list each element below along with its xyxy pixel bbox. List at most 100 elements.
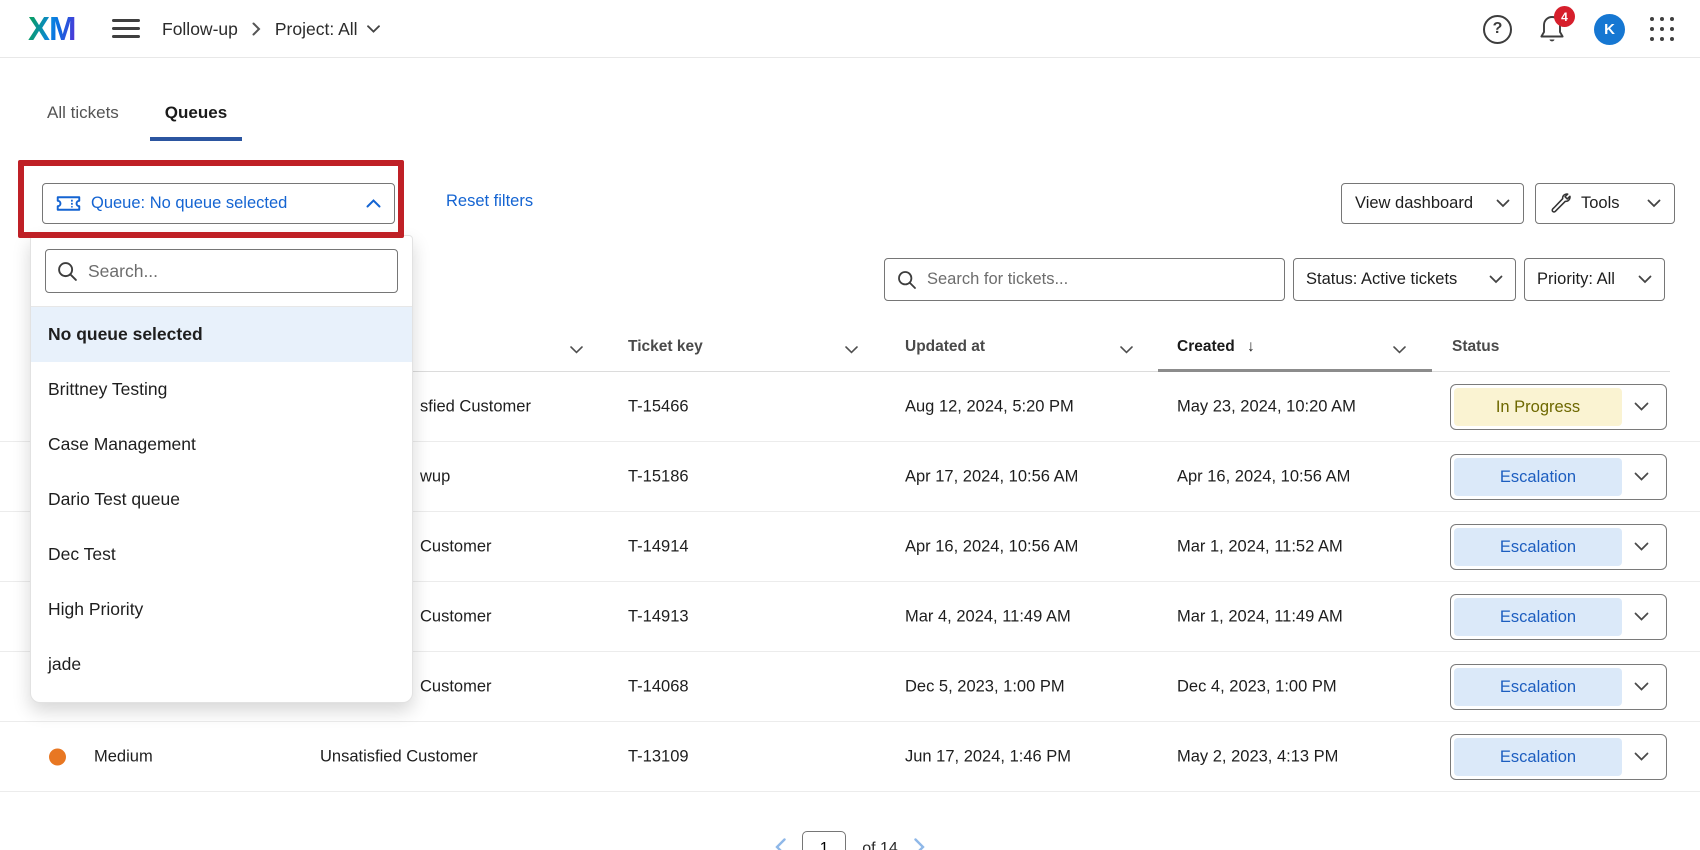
view-dashboard-label: View dashboard bbox=[1355, 194, 1473, 213]
queue-option-list: No queue selected Brittney Testing Case … bbox=[31, 307, 412, 692]
table-row[interactable]: Medium Unsatisfied Customer T-13109 Jun … bbox=[0, 722, 1700, 792]
chevron-down-icon[interactable] bbox=[1634, 538, 1649, 556]
column-header-status[interactable]: Status bbox=[1452, 338, 1499, 356]
queue-option[interactable]: Dec Test bbox=[31, 527, 412, 582]
next-page-chevron-icon[interactable] bbox=[914, 838, 925, 850]
status-dropdown-button[interactable]: Escalation bbox=[1450, 454, 1667, 500]
queue-option[interactable]: Dario Test queue bbox=[31, 472, 412, 527]
chevron-down-icon[interactable] bbox=[1634, 398, 1649, 416]
tab-all-tickets[interactable]: All tickets bbox=[47, 103, 119, 141]
hamburger-menu-icon[interactable] bbox=[112, 19, 140, 39]
chevron-down-icon[interactable] bbox=[1634, 748, 1649, 766]
priority-filter-label: Priority: All bbox=[1537, 270, 1615, 289]
queue-option[interactable]: Case Management bbox=[31, 417, 412, 472]
breadcrumb-separator-icon bbox=[252, 22, 261, 36]
chevron-down-icon bbox=[1496, 194, 1510, 213]
ticket-icon bbox=[56, 195, 81, 212]
ticket-key: T-14914 bbox=[628, 537, 689, 556]
tab-bar: All tickets Queues bbox=[47, 103, 227, 141]
ticket-created-at: Mar 1, 2024, 11:49 AM bbox=[1177, 607, 1343, 626]
topbar-actions: ? 4 K bbox=[1483, 0, 1674, 58]
status-dropdown-button[interactable]: Escalation bbox=[1450, 594, 1667, 640]
tools-label: Tools bbox=[1581, 194, 1620, 213]
wrench-icon bbox=[1549, 193, 1571, 215]
reset-filters-link[interactable]: Reset filters bbox=[446, 192, 533, 211]
chevron-down-icon bbox=[1489, 271, 1503, 289]
ticket-search-input[interactable] bbox=[927, 270, 1272, 289]
status-badge: In Progress bbox=[1454, 388, 1622, 426]
project-selector-label: Project: All bbox=[275, 19, 358, 40]
avatar[interactable]: K bbox=[1594, 14, 1625, 45]
ticket-updated-at: Aug 12, 2024, 5:20 PM bbox=[905, 397, 1074, 416]
page-total-label: of 14 bbox=[862, 840, 898, 850]
queue-option[interactable]: jade bbox=[31, 637, 412, 692]
column-header-created-label: Created bbox=[1177, 338, 1235, 355]
chevron-down-icon[interactable] bbox=[1634, 608, 1649, 626]
queue-option-no-queue-selected[interactable]: No queue selected bbox=[31, 307, 412, 362]
ticket-updated-at: Jun 17, 2024, 1:46 PM bbox=[905, 747, 1071, 766]
sort-descending-arrow-icon: ↓ bbox=[1247, 338, 1255, 355]
queue-option[interactable]: Brittney Testing bbox=[31, 362, 412, 417]
app-switcher-icon[interactable] bbox=[1650, 17, 1674, 41]
status-badge: Escalation bbox=[1454, 738, 1622, 776]
priority-filter-button[interactable]: Priority: All bbox=[1524, 258, 1665, 301]
ticket-key: T-14913 bbox=[628, 607, 689, 626]
ticket-updated-at: Dec 5, 2023, 1:00 PM bbox=[905, 677, 1065, 696]
column-header-ticket-key[interactable]: Ticket key bbox=[628, 338, 703, 356]
view-dashboard-button[interactable]: View dashboard bbox=[1341, 183, 1524, 224]
previous-page-chevron-icon[interactable] bbox=[775, 838, 786, 850]
column-header-updated-at[interactable]: Updated at bbox=[905, 338, 985, 356]
page-number-input[interactable] bbox=[802, 831, 846, 850]
notifications-button[interactable]: 4 bbox=[1537, 13, 1569, 45]
ticket-name: wup bbox=[420, 467, 450, 486]
ticket-name: Customer bbox=[420, 537, 492, 556]
status-filter-label: Status: Active tickets bbox=[1306, 270, 1457, 289]
ticket-created-at: May 23, 2024, 10:20 AM bbox=[1177, 397, 1356, 416]
queue-selector-button[interactable]: Queue: No queue selected bbox=[42, 183, 395, 224]
chevron-up-icon bbox=[366, 194, 381, 213]
chevron-down-icon bbox=[1638, 271, 1652, 289]
ticket-created-at: May 2, 2023, 4:13 PM bbox=[1177, 747, 1338, 766]
ticket-name: Unsatisfied Customer bbox=[320, 747, 478, 766]
ticket-updated-at: Apr 16, 2024, 10:56 AM bbox=[905, 537, 1078, 556]
ticket-key: T-13109 bbox=[628, 747, 689, 766]
chevron-down-icon[interactable] bbox=[1634, 468, 1649, 486]
ticket-name: Customer bbox=[420, 607, 492, 626]
ticket-name: Customer bbox=[420, 677, 492, 696]
queue-search-input[interactable] bbox=[88, 261, 386, 282]
priority-label: Medium bbox=[94, 747, 153, 766]
help-icon[interactable]: ? bbox=[1483, 15, 1512, 44]
queue-search-field bbox=[45, 249, 398, 293]
notification-count-badge: 4 bbox=[1554, 6, 1575, 27]
project-selector[interactable]: Project: All bbox=[275, 19, 380, 40]
tools-button[interactable]: Tools bbox=[1535, 183, 1675, 224]
ticket-updated-at: Apr 17, 2024, 10:56 AM bbox=[905, 467, 1078, 486]
column-header-created[interactable]: Created ↓ bbox=[1177, 338, 1255, 356]
status-dropdown-button[interactable]: In Progress bbox=[1450, 384, 1667, 430]
ticket-priority: Medium bbox=[49, 747, 153, 766]
column-menu-chevron-icon[interactable] bbox=[570, 341, 583, 359]
chevron-down-icon[interactable] bbox=[1634, 678, 1649, 696]
ticket-key: T-15466 bbox=[628, 397, 689, 416]
search-icon bbox=[897, 270, 917, 290]
column-menu-chevron-icon[interactable] bbox=[845, 341, 858, 359]
ticketing-app: XM Follow-up Project: All ? 4 bbox=[0, 0, 1700, 850]
ticket-created-at: Mar 1, 2024, 11:52 AM bbox=[1177, 537, 1343, 556]
status-dropdown-button[interactable]: Escalation bbox=[1450, 524, 1667, 570]
breadcrumb-section: Follow-up bbox=[162, 19, 238, 40]
breadcrumb: Follow-up Project: All bbox=[162, 0, 380, 58]
search-icon bbox=[57, 261, 78, 282]
xm-logo[interactable]: XM bbox=[28, 10, 76, 48]
tab-queues[interactable]: Queues bbox=[165, 103, 227, 141]
status-dropdown-button[interactable]: Escalation bbox=[1450, 664, 1667, 710]
status-badge: Escalation bbox=[1454, 528, 1622, 566]
status-badge: Escalation bbox=[1454, 598, 1622, 636]
queue-option[interactable]: High Priority bbox=[31, 582, 412, 637]
status-filter-button[interactable]: Status: Active tickets bbox=[1293, 258, 1516, 301]
status-badge: Escalation bbox=[1454, 458, 1622, 496]
column-menu-chevron-icon[interactable] bbox=[1393, 341, 1406, 359]
status-dropdown-button[interactable]: Escalation bbox=[1450, 734, 1667, 780]
ticket-updated-at: Mar 4, 2024, 11:49 AM bbox=[905, 607, 1071, 626]
column-menu-chevron-icon[interactable] bbox=[1120, 341, 1133, 359]
chevron-down-icon bbox=[1647, 194, 1661, 213]
